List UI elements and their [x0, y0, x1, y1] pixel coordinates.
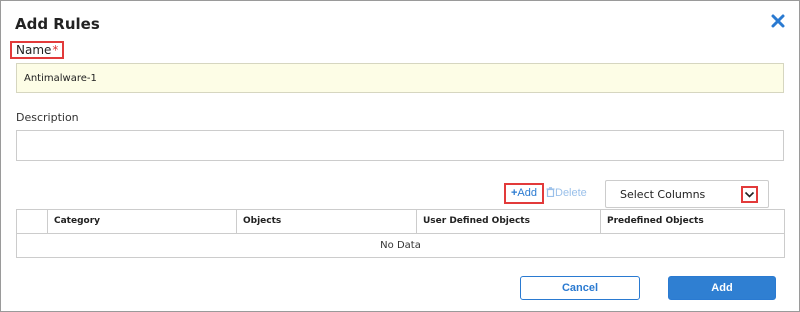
- chevron-down-icon[interactable]: [741, 186, 758, 203]
- rules-table: Category Objects User Defined Objects Pr…: [16, 209, 785, 258]
- name-field[interactable]: [16, 63, 784, 93]
- column-header-user-defined-objects[interactable]: User Defined Objects: [417, 210, 601, 233]
- select-columns-label: Select Columns: [620, 188, 706, 201]
- cancel-button[interactable]: Cancel: [520, 276, 640, 300]
- add-button[interactable]: Add: [668, 276, 776, 300]
- add-rules-dialog: Add Rules Name* Description +Add Delete …: [0, 0, 800, 312]
- add-row-label: Add: [517, 187, 537, 199]
- name-label: Name*: [10, 41, 65, 59]
- required-marker: *: [52, 43, 59, 57]
- description-label: Description: [16, 111, 79, 124]
- delete-row-label: Delete: [555, 187, 587, 199]
- dialog-title: Add Rules: [15, 15, 100, 33]
- column-header-category[interactable]: Category: [48, 210, 237, 233]
- name-label-text: Name: [16, 43, 52, 57]
- column-header-objects[interactable]: Objects: [237, 210, 417, 233]
- description-field[interactable]: [16, 130, 784, 161]
- add-row-button[interactable]: +Add: [504, 183, 544, 204]
- select-columns-dropdown[interactable]: Select Columns: [605, 180, 769, 208]
- trash-icon: [546, 187, 555, 198]
- close-icon[interactable]: [770, 13, 786, 29]
- table-header: Category Objects User Defined Objects Pr…: [17, 210, 784, 234]
- delete-row-button[interactable]: Delete: [546, 186, 587, 201]
- empty-table-message: No Data: [380, 240, 421, 251]
- column-header-select[interactable]: [17, 210, 48, 233]
- column-header-predefined-objects[interactable]: Predefined Objects: [601, 210, 784, 233]
